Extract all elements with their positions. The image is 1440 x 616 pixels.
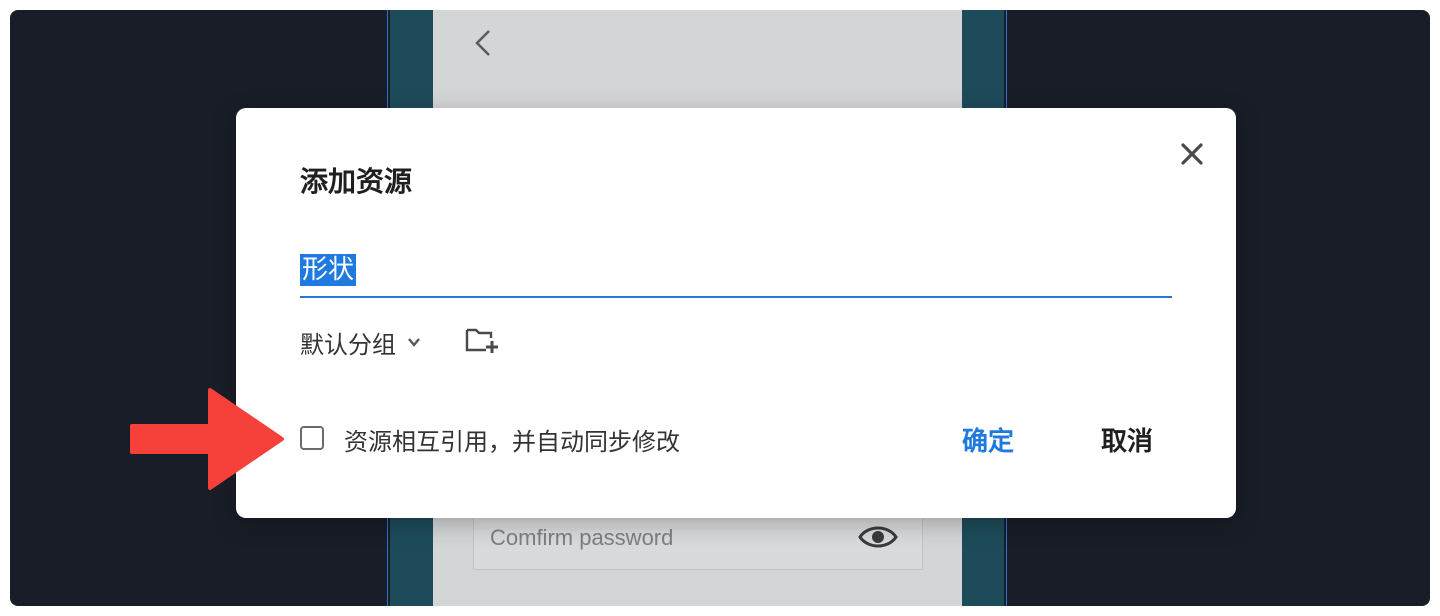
sync-checkbox[interactable] bbox=[300, 426, 324, 450]
resource-name-input[interactable]: 形状 bbox=[300, 250, 1172, 298]
sync-checkbox-label[interactable]: 资源相互引用，并自动同步修改 bbox=[344, 422, 680, 457]
eye-icon[interactable] bbox=[858, 523, 898, 551]
add-resource-dialog: 添加资源 形状 默认分组 资源相互引用，并自动同步修改 确定 取消 bbox=[236, 108, 1236, 518]
red-arrow-icon bbox=[130, 388, 284, 490]
cancel-button[interactable]: 取消 bbox=[1101, 421, 1153, 458]
close-icon[interactable] bbox=[1176, 138, 1208, 170]
new-folder-icon[interactable] bbox=[464, 326, 500, 354]
password-placeholder: Comfirm password bbox=[490, 525, 674, 550]
dialog-title: 添加资源 bbox=[300, 165, 413, 198]
group-label: 默认分组 bbox=[300, 330, 396, 359]
back-chevron-icon[interactable] bbox=[473, 28, 493, 58]
resource-name-value[interactable]: 形状 bbox=[300, 254, 357, 286]
confirm-button[interactable]: 确定 bbox=[962, 421, 1014, 458]
group-dropdown[interactable]: 默认分组 bbox=[300, 324, 422, 360]
chevron-down-icon bbox=[408, 338, 420, 347]
